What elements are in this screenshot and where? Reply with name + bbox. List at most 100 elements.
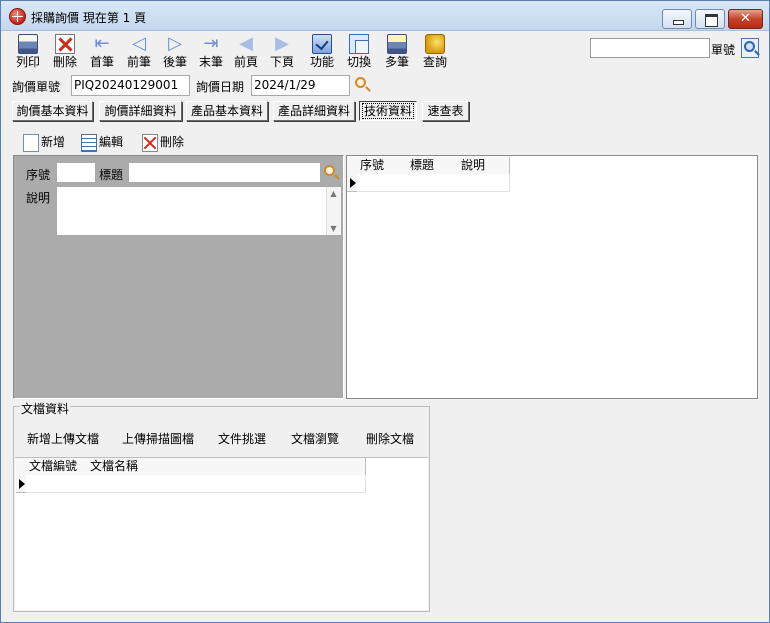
tab-label: 產品基本資料 bbox=[190, 104, 263, 118]
table-cell[interactable] bbox=[26, 475, 88, 493]
title-label: 標題 bbox=[99, 168, 124, 182]
upload-scan-button[interactable]: 上傳掃描圖檔 bbox=[122, 431, 194, 447]
title-input[interactable] bbox=[128, 162, 321, 183]
first-record-label: 首筆 bbox=[89, 55, 114, 69]
function-button[interactable]: 功能 bbox=[305, 32, 339, 72]
edit-button[interactable]: 編輯 bbox=[81, 132, 123, 152]
app-globe-icon bbox=[9, 8, 26, 25]
close-icon: ✕ bbox=[740, 11, 751, 26]
tab-technical-data[interactable]: 技術資料 bbox=[359, 101, 417, 121]
magnifier-icon bbox=[355, 77, 366, 88]
browse-document-button[interactable]: 文檔瀏覽 bbox=[291, 431, 339, 447]
tab-label: 詢價詳細資料 bbox=[104, 104, 177, 118]
tab-label: 技術資料 bbox=[361, 103, 415, 119]
table-cell[interactable] bbox=[87, 475, 366, 493]
function-icon bbox=[312, 34, 332, 54]
first-record-button[interactable]: ⇤ 首筆 bbox=[85, 32, 119, 72]
document-group-title: 文檔資料 bbox=[20, 400, 71, 417]
order-search-button[interactable] bbox=[741, 38, 759, 58]
column-header[interactable]: 文檔編號 bbox=[26, 458, 88, 476]
inquiry-date-field[interactable]: 2024/1/29 bbox=[251, 75, 350, 96]
tab-label: 產品詳細資料 bbox=[277, 104, 350, 118]
query-button[interactable]: 查詢 bbox=[418, 32, 452, 72]
inquiry-number-label: 詢價單號 bbox=[12, 80, 61, 94]
multi-record-button[interactable]: 多筆 bbox=[380, 32, 414, 72]
minimize-button[interactable] bbox=[662, 9, 692, 29]
multi-record-label: 多筆 bbox=[384, 55, 409, 69]
tab-label: 詢價基本資料 bbox=[16, 104, 89, 118]
new-document-icon bbox=[23, 133, 39, 152]
last-record-label: 末筆 bbox=[198, 55, 223, 69]
delete-record-button[interactable]: 刪除 bbox=[48, 32, 82, 72]
function-label: 功能 bbox=[309, 55, 334, 69]
last-record-icon: ⇥ bbox=[203, 33, 219, 54]
previous-page-icon: ◀ bbox=[239, 33, 253, 54]
add-button[interactable]: 新增 bbox=[23, 132, 65, 152]
search-icon bbox=[744, 41, 755, 52]
delete-label: 刪除 bbox=[52, 55, 77, 69]
close-button[interactable]: ✕ bbox=[728, 9, 763, 29]
description-textarea[interactable]: ▲ ▼ bbox=[56, 186, 342, 236]
tab-quick-reference[interactable]: 速查表 bbox=[422, 101, 469, 121]
seq-label: 序號 bbox=[26, 168, 51, 182]
order-number-label: 單號 bbox=[711, 43, 736, 57]
inquiry-number-field[interactable]: PIQ20240129001 bbox=[71, 75, 190, 96]
next-record-button[interactable]: ▷ 後筆 bbox=[158, 32, 192, 72]
tab-product-detail[interactable]: 產品詳細資料 bbox=[273, 101, 355, 121]
order-number-search-input[interactable] bbox=[590, 38, 710, 58]
print-icon bbox=[18, 34, 38, 54]
table-cell[interactable] bbox=[357, 174, 408, 192]
scroll-up-icon: ▲ bbox=[330, 189, 337, 198]
select-file-button[interactable]: 文件挑選 bbox=[218, 431, 266, 447]
previous-record-label: 前筆 bbox=[126, 55, 151, 69]
date-lookup-button[interactable] bbox=[353, 75, 373, 95]
main-toolbar: 列印 刪除 ⇤ 首筆 ◁ 前筆 ▷ 後筆 ⇥ 末筆 ◀ 前頁 ▶ 下頁 功能 切… bbox=[1, 32, 769, 72]
title-lookup-button[interactable] bbox=[322, 163, 342, 183]
delete-document-button[interactable]: 刪除文檔 bbox=[366, 431, 414, 447]
column-header[interactable]: 文檔名稱 bbox=[87, 458, 366, 476]
switch-button[interactable]: 切換 bbox=[342, 32, 376, 72]
title-bar: 採購詢價 現在第 1 頁 ✕ bbox=[1, 1, 769, 31]
description-label: 說明 bbox=[26, 191, 51, 205]
multi-record-icon bbox=[387, 34, 407, 54]
query-icon bbox=[425, 34, 445, 54]
inquiry-window: 採購詢價 現在第 1 頁 ✕ 列印 刪除 ⇤ 首筆 ◁ 前筆 ▷ 後筆 ⇥ 末筆 bbox=[0, 0, 770, 623]
column-header[interactable]: 說明 bbox=[458, 157, 510, 175]
next-page-button[interactable]: ▶ 下頁 bbox=[265, 32, 299, 72]
tab-inquiry-detail[interactable]: 詢價詳細資料 bbox=[99, 101, 182, 121]
query-label: 查詢 bbox=[422, 55, 447, 69]
window-title: 採購詢價 現在第 1 頁 bbox=[31, 11, 147, 25]
delete-icon bbox=[142, 133, 158, 152]
delete-icon bbox=[55, 34, 75, 54]
inquiry-date-label: 詢價日期 bbox=[196, 80, 245, 94]
print-label: 列印 bbox=[15, 55, 40, 69]
delete-button[interactable]: 刪除 bbox=[142, 132, 184, 152]
last-record-button[interactable]: ⇥ 末筆 bbox=[194, 32, 228, 72]
next-record-icon: ▷ bbox=[168, 33, 182, 54]
switch-icon bbox=[349, 34, 369, 54]
upload-document-button[interactable]: 新增上傳文檔 bbox=[27, 431, 99, 447]
previous-page-label: 前頁 bbox=[233, 55, 258, 69]
table-cell[interactable] bbox=[407, 174, 459, 192]
description-scrollbar[interactable]: ▲ ▼ bbox=[326, 187, 341, 235]
magnifier-icon bbox=[324, 165, 335, 176]
tab-label: 速查表 bbox=[427, 104, 464, 118]
previous-page-button[interactable]: ◀ 前頁 bbox=[229, 32, 263, 72]
table-cell[interactable] bbox=[458, 174, 510, 192]
maximize-button[interactable] bbox=[695, 9, 725, 29]
add-label: 新增 bbox=[41, 135, 66, 149]
column-header[interactable]: 序號 bbox=[357, 157, 408, 175]
switch-label: 切換 bbox=[346, 55, 371, 69]
next-page-label: 下頁 bbox=[269, 55, 294, 69]
scroll-down-icon: ▼ bbox=[330, 224, 337, 233]
column-header[interactable]: 標題 bbox=[407, 157, 459, 175]
seq-input[interactable] bbox=[56, 162, 96, 183]
delete-label: 刪除 bbox=[160, 135, 185, 149]
next-record-label: 後筆 bbox=[162, 55, 187, 69]
previous-record-button[interactable]: ◁ 前筆 bbox=[122, 32, 156, 72]
first-record-icon: ⇤ bbox=[94, 33, 110, 54]
tab-product-basic[interactable]: 產品基本資料 bbox=[186, 101, 268, 121]
tab-inquiry-basic[interactable]: 詢價基本資料 bbox=[12, 101, 93, 121]
print-button[interactable]: 列印 bbox=[11, 32, 45, 72]
edit-icon bbox=[81, 133, 97, 152]
